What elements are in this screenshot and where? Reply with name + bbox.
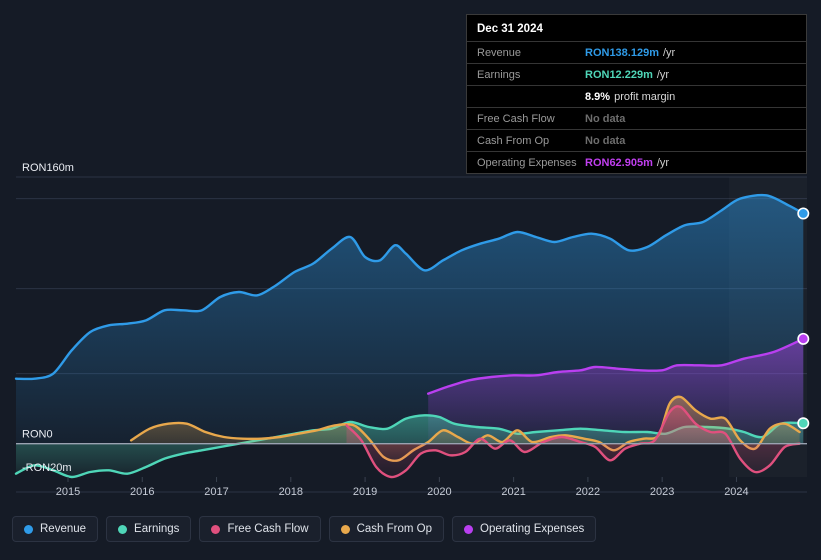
x-axis-tick-label: 2019 <box>353 486 377 498</box>
tooltip-row-value: No data <box>585 112 626 125</box>
tooltip-row-value: 8.9% <box>585 90 611 103</box>
x-axis-tick-label: 2017 <box>204 486 228 498</box>
tooltip-row-value: RON12.229m <box>585 68 653 81</box>
tooltip-row: Cash From Op No data <box>467 129 806 151</box>
x-axis-tick-label: 2015 <box>56 486 80 498</box>
x-axis-tick-label: 2023 <box>650 486 674 498</box>
chart-legend[interactable]: Revenue Earnings Free Cash Flow Cash From O… <box>12 516 597 542</box>
x-axis-tick-label: 2021 <box>501 486 525 498</box>
tooltip-row: 8.9% profit margin <box>467 85 806 107</box>
legend-color-dot-icon <box>464 524 474 534</box>
legend-item-free-cash-flow[interactable]: Free Cash Flow <box>199 516 321 542</box>
legend-item-label: Free Cash Flow <box>227 523 309 535</box>
tooltip-row-label: Cash From Op <box>477 134 550 147</box>
legend-item-earnings[interactable]: Earnings <box>106 516 192 542</box>
tooltip-row-unit: /yr <box>656 68 670 81</box>
legend-item-label: Revenue <box>40 523 87 535</box>
x-axis-tick-label: 2018 <box>279 486 303 498</box>
legend-color-dot-icon <box>340 524 350 534</box>
legend-item-label: Earnings <box>134 523 180 535</box>
tooltip-rows: Revenue RON138.129m/yr Earnings RON12.229m /… <box>467 41 806 173</box>
tooltip-row-value: RON62.905m <box>585 156 653 169</box>
tooltip-row: Earnings RON12.229m/yr <box>467 63 806 85</box>
endpoint-marker-earnings[interactable] <box>797 417 810 430</box>
legend-color-dot-icon <box>211 524 221 534</box>
tooltip-row: Operating Expenses RON62.905m/yr <box>467 151 806 173</box>
legend-item-cash-from-op[interactable]: Cash From Op <box>328 516 445 542</box>
legend-color-dot-icon <box>118 524 128 534</box>
x-axis-tick-label: 2024 <box>724 486 748 498</box>
tooltip-row-label: Operating Expenses <box>477 156 577 169</box>
tooltip-row: Free Cash Flow No data <box>467 107 806 129</box>
tooltip-row-label: Revenue <box>477 46 522 59</box>
tooltip-row-label: Earnings <box>477 68 521 81</box>
x-axis-tick-label: 2016 <box>130 486 154 498</box>
x-axis-tick-label: 2020 <box>427 486 451 498</box>
endpoint-marker-revenue[interactable] <box>797 207 810 220</box>
tooltip-row-value: RON138.129m <box>585 46 659 59</box>
y-axis-tick-label: -RON20m <box>22 462 72 474</box>
tooltip-date: Dec 31 2024 <box>477 23 543 35</box>
tooltip-row-label: Free Cash Flow <box>477 112 555 125</box>
x-axis-tick-label: 2022 <box>576 486 600 498</box>
tooltip-row-value: No data <box>585 134 626 147</box>
endpoint-marker-operating-expenses[interactable] <box>797 332 810 345</box>
tooltip-row-unit: profit margin <box>614 90 676 103</box>
y-axis-tick-label: RON0 <box>22 429 53 441</box>
tooltip-row-unit: /yr <box>656 156 670 169</box>
legend-item-label: Operating Expenses <box>480 523 585 535</box>
legend-item-operating-expenses[interactable]: Operating Expenses <box>452 516 597 542</box>
tooltip-row-unit: /yr <box>663 46 676 59</box>
legend-color-dot-icon <box>24 524 33 534</box>
y-axis-tick-label: RON160m <box>22 162 74 174</box>
legend-item-label: Cash From Op <box>356 523 433 535</box>
financial-chart-page: RON160m RON0 -RON20m 2015 2016 2017 2018 2019 20… <box>0 0 821 560</box>
chart-tooltip: Dec 31 2024 Revenue RON138.129m/yr Earning… <box>466 14 807 174</box>
tooltip-row: Revenue RON138.129m/yr <box>467 41 806 63</box>
legend-item-revenue[interactable]: Revenue <box>12 516 99 542</box>
